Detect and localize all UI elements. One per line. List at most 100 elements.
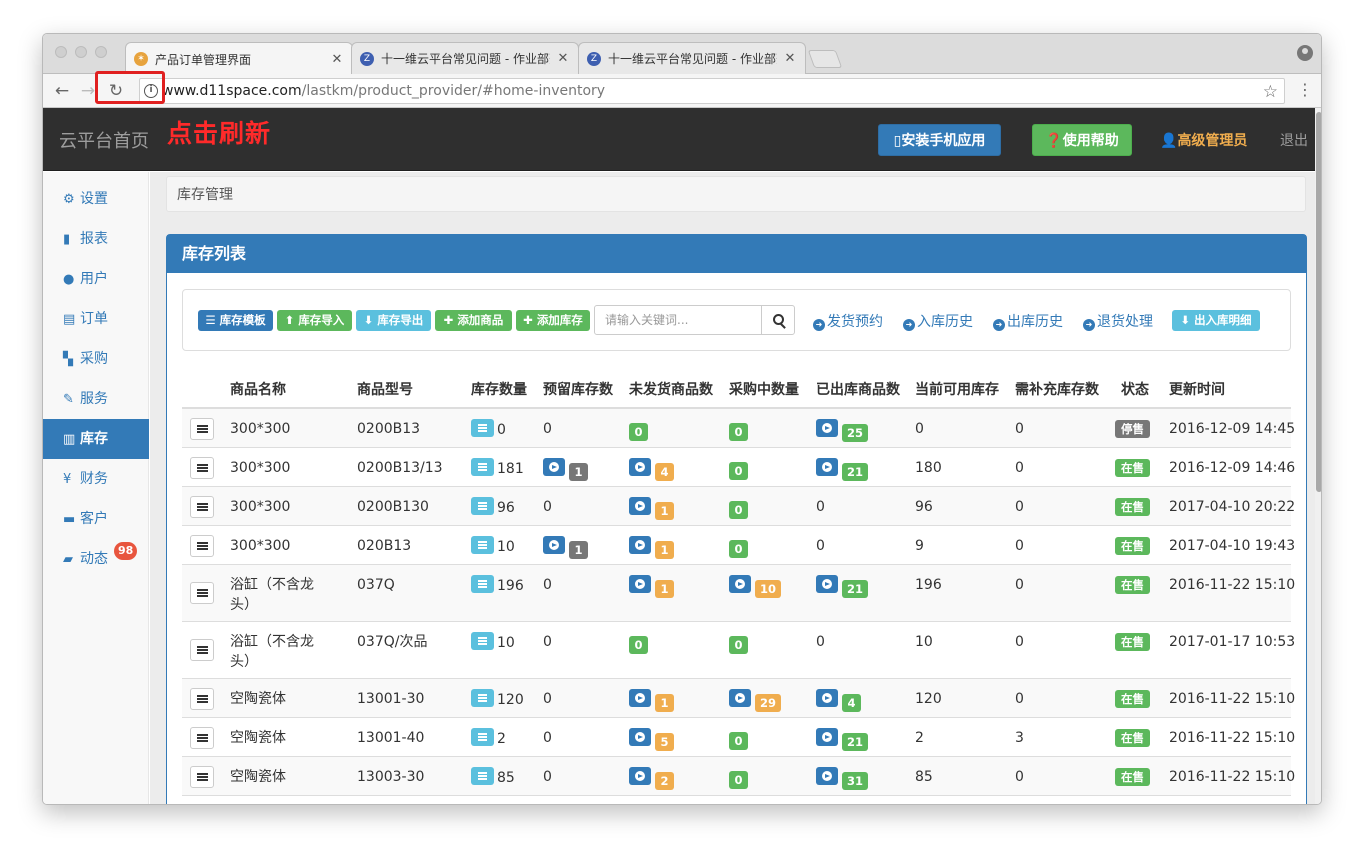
inventory-template-button[interactable]: ☰ 库存模板 bbox=[198, 310, 273, 331]
list-icon[interactable] bbox=[471, 497, 494, 515]
stock-qty[interactable]: 181 bbox=[471, 458, 524, 479]
go-arrow-icon[interactable] bbox=[629, 689, 651, 707]
purchasing-qty[interactable]: 0 bbox=[729, 497, 748, 519]
stock-qty[interactable]: 10 bbox=[471, 632, 515, 653]
close-tab-icon[interactable]: ✕ bbox=[556, 51, 570, 66]
unshipped-qty[interactable]: 1 bbox=[629, 575, 674, 598]
go-arrow-icon[interactable] bbox=[729, 689, 751, 707]
reserved-qty[interactable]: 1 bbox=[543, 536, 588, 559]
purchasing-qty[interactable]: 0 bbox=[729, 632, 748, 654]
purchasing-qty[interactable]: 0 bbox=[729, 458, 748, 480]
inbound-history-link[interactable]: ➜ 入库历史 bbox=[903, 311, 973, 331]
stock-qty[interactable]: 0 bbox=[471, 419, 506, 440]
add-stock-button[interactable]: ✚ 添加库存 bbox=[516, 310, 590, 331]
purchasing-qty[interactable]: 0 bbox=[729, 536, 748, 558]
column-header[interactable]: 状态 bbox=[1121, 379, 1149, 399]
stock-qty[interactable]: 196 bbox=[471, 575, 524, 596]
go-arrow-icon[interactable] bbox=[543, 458, 565, 476]
column-header[interactable]: 库存数量 bbox=[471, 379, 527, 399]
sidebar-item-service[interactable]: ✎ 服务 bbox=[43, 379, 149, 419]
column-header[interactable]: 未发货商品数 bbox=[629, 379, 713, 399]
brand-link[interactable]: 云平台首页 bbox=[59, 127, 149, 153]
unshipped-qty[interactable]: 4 bbox=[629, 458, 674, 481]
column-header[interactable]: 商品名称 bbox=[230, 379, 286, 399]
purchasing-qty[interactable]: 0 bbox=[729, 728, 748, 750]
go-arrow-icon[interactable] bbox=[629, 458, 651, 476]
unshipped-qty[interactable]: 2 bbox=[629, 767, 674, 790]
column-header[interactable]: 预留库存数 bbox=[543, 379, 613, 399]
row-menu-icon[interactable] bbox=[190, 582, 214, 604]
browser-tab-3[interactable]: Z 十一维云平台常见问题 - 作业部落 ✕ bbox=[578, 42, 806, 74]
row-menu-icon[interactable] bbox=[190, 496, 214, 518]
unshipped-qty[interactable]: 1 bbox=[629, 497, 674, 520]
go-arrow-icon[interactable] bbox=[816, 575, 838, 593]
install-app-button[interactable]: ▯安装手机应用 bbox=[878, 124, 1001, 156]
row-menu-icon[interactable] bbox=[190, 639, 214, 661]
sidebar-item-reports[interactable]: ▮ 报表 bbox=[43, 219, 149, 259]
go-arrow-icon[interactable] bbox=[816, 419, 838, 437]
window-close-dot[interactable] bbox=[55, 46, 67, 58]
stock-qty[interactable]: 10 bbox=[471, 536, 515, 557]
page-scrollbar[interactable] bbox=[1315, 108, 1321, 804]
go-arrow-icon[interactable] bbox=[629, 575, 651, 593]
close-tab-icon[interactable]: ✕ bbox=[783, 51, 797, 66]
row-menu-icon[interactable] bbox=[190, 418, 214, 440]
column-header[interactable]: 更新时间 bbox=[1169, 379, 1225, 399]
list-icon[interactable] bbox=[471, 536, 494, 554]
row-menu-icon[interactable] bbox=[190, 688, 214, 710]
returns-link[interactable]: ➜ 退货处理 bbox=[1083, 311, 1153, 331]
unshipped-qty[interactable]: 1 bbox=[629, 689, 674, 712]
inventory-export-button[interactable]: ⬇ 库存导出 bbox=[356, 310, 431, 331]
go-arrow-icon[interactable] bbox=[816, 458, 838, 476]
sidebar-item-settings[interactable]: ⚙ 设置 bbox=[43, 179, 149, 219]
stock-qty[interactable]: 96 bbox=[471, 497, 515, 518]
list-icon[interactable] bbox=[471, 632, 494, 650]
column-header[interactable]: 采购中数量 bbox=[729, 379, 799, 399]
search-input[interactable]: 请输入关键词... bbox=[594, 305, 762, 335]
outbound-qty[interactable]: 21 bbox=[816, 728, 869, 751]
profile-icon[interactable] bbox=[1297, 45, 1313, 61]
row-menu-icon[interactable] bbox=[190, 766, 214, 788]
outbound-qty[interactable]: 31 bbox=[816, 767, 869, 790]
sidebar-item-orders[interactable]: ▤ 订单 bbox=[43, 299, 149, 339]
go-arrow-icon[interactable] bbox=[629, 536, 651, 554]
close-tab-icon[interactable]: ✕ bbox=[330, 52, 344, 67]
scrollbar-thumb[interactable] bbox=[1316, 112, 1321, 492]
go-arrow-icon[interactable] bbox=[816, 767, 838, 785]
column-header[interactable]: 已出库商品数 bbox=[816, 379, 900, 399]
unshipped-qty[interactable]: 5 bbox=[629, 728, 674, 751]
back-arrow-icon[interactable]: ← bbox=[51, 80, 73, 102]
outbound-qty[interactable]: 21 bbox=[816, 575, 869, 598]
unshipped-qty[interactable]: 0 bbox=[629, 632, 648, 654]
shipping-reservation-link[interactable]: ➜ 发货预约 bbox=[813, 311, 883, 331]
add-product-button[interactable]: ✚ 添加商品 bbox=[435, 310, 512, 331]
purchasing-qty[interactable]: 10 bbox=[729, 575, 782, 598]
list-icon[interactable] bbox=[471, 689, 494, 707]
list-icon[interactable] bbox=[471, 767, 494, 785]
inventory-import-button[interactable]: ⬆ 库存导入 bbox=[277, 310, 352, 331]
help-button[interactable]: ❓使用帮助 bbox=[1032, 124, 1132, 156]
stock-qty[interactable]: 85 bbox=[471, 767, 515, 788]
unshipped-qty[interactable]: 0 bbox=[629, 419, 648, 441]
go-arrow-icon[interactable] bbox=[629, 767, 651, 785]
row-menu-icon[interactable] bbox=[190, 727, 214, 749]
sidebar-item-inventory[interactable]: ▥ 库存 bbox=[43, 419, 149, 459]
sidebar-item-purchasing[interactable]: ▚ 采购 bbox=[43, 339, 149, 379]
list-icon[interactable] bbox=[471, 728, 494, 746]
list-icon[interactable] bbox=[471, 458, 494, 476]
outbound-qty[interactable]: 21 bbox=[816, 458, 869, 481]
sidebar-item-finance[interactable]: ¥ 财务 bbox=[43, 459, 149, 499]
row-menu-icon[interactable] bbox=[190, 535, 214, 557]
go-arrow-icon[interactable] bbox=[816, 689, 838, 707]
outbound-qty[interactable]: 25 bbox=[816, 419, 869, 442]
bookmark-star-icon[interactable]: ☆ bbox=[1263, 80, 1278, 104]
window-zoom-dot[interactable] bbox=[95, 46, 107, 58]
stock-qty[interactable]: 2 bbox=[471, 728, 506, 749]
go-arrow-icon[interactable] bbox=[629, 497, 651, 515]
purchasing-qty[interactable]: 0 bbox=[729, 419, 748, 441]
browser-menu-icon[interactable]: ⋮ bbox=[1297, 80, 1313, 100]
reserved-qty[interactable]: 1 bbox=[543, 458, 588, 481]
go-arrow-icon[interactable] bbox=[816, 728, 838, 746]
list-icon[interactable] bbox=[471, 419, 494, 437]
row-menu-icon[interactable] bbox=[190, 457, 214, 479]
